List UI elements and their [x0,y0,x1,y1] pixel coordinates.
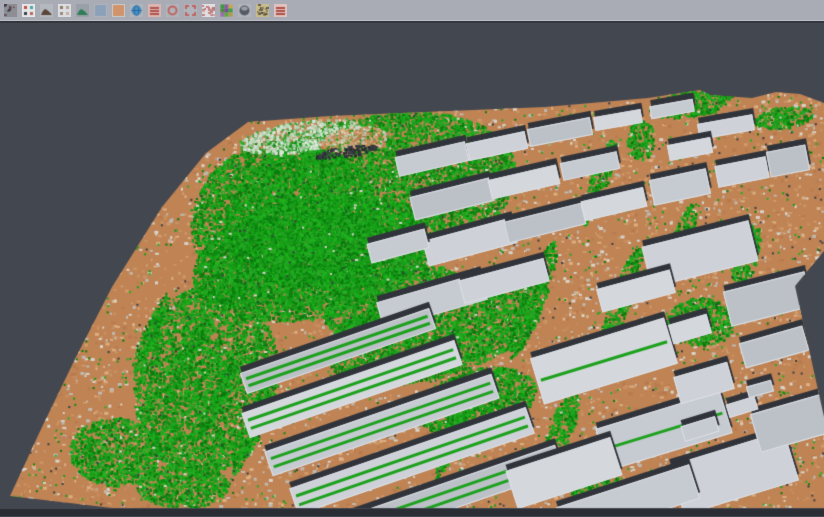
tool-terrain-dtm[interactable] [38,2,55,19]
surface-dsm-icon [76,4,89,17]
tool-layer-list[interactable] [146,2,163,19]
classified-view-icon [220,4,233,17]
cross-section-icon [256,4,269,17]
tool-zoom-extents[interactable] [182,2,199,19]
tool-flatten-tool[interactable] [272,2,289,19]
zoom-extents-icon [184,4,197,17]
terrain-dtm-icon [40,4,53,17]
viewport-3d[interactable] [0,23,824,516]
flatten-tool-icon [274,4,287,17]
toolbar [0,0,824,21]
tool-open-project[interactable] [2,2,19,19]
sparse-points-icon [58,4,71,17]
target-center-icon [166,4,179,17]
classification-palette-icon [22,4,35,17]
tool-cross-section[interactable] [254,2,271,19]
open-project-icon [4,4,17,17]
tool-target-center[interactable] [164,2,181,19]
side-panel-icon [94,4,107,17]
tool-side-panel[interactable] [92,2,109,19]
tool-profile-tool[interactable] [200,2,217,19]
tool-sparse-points[interactable] [56,2,73,19]
globe-view-icon [130,4,143,17]
tool-orthophoto[interactable] [110,2,127,19]
tool-globe-view[interactable] [128,2,145,19]
layer-list-icon [148,4,161,17]
orthophoto-icon [112,4,125,17]
tool-classified-view[interactable] [218,2,235,19]
tool-surface-dsm[interactable] [74,2,91,19]
tool-render-sphere[interactable] [236,2,253,19]
profile-tool-icon [202,4,215,17]
render-sphere-icon [238,4,251,17]
tool-classification-palette[interactable] [20,2,37,19]
point-cloud-scene[interactable] [0,23,824,516]
